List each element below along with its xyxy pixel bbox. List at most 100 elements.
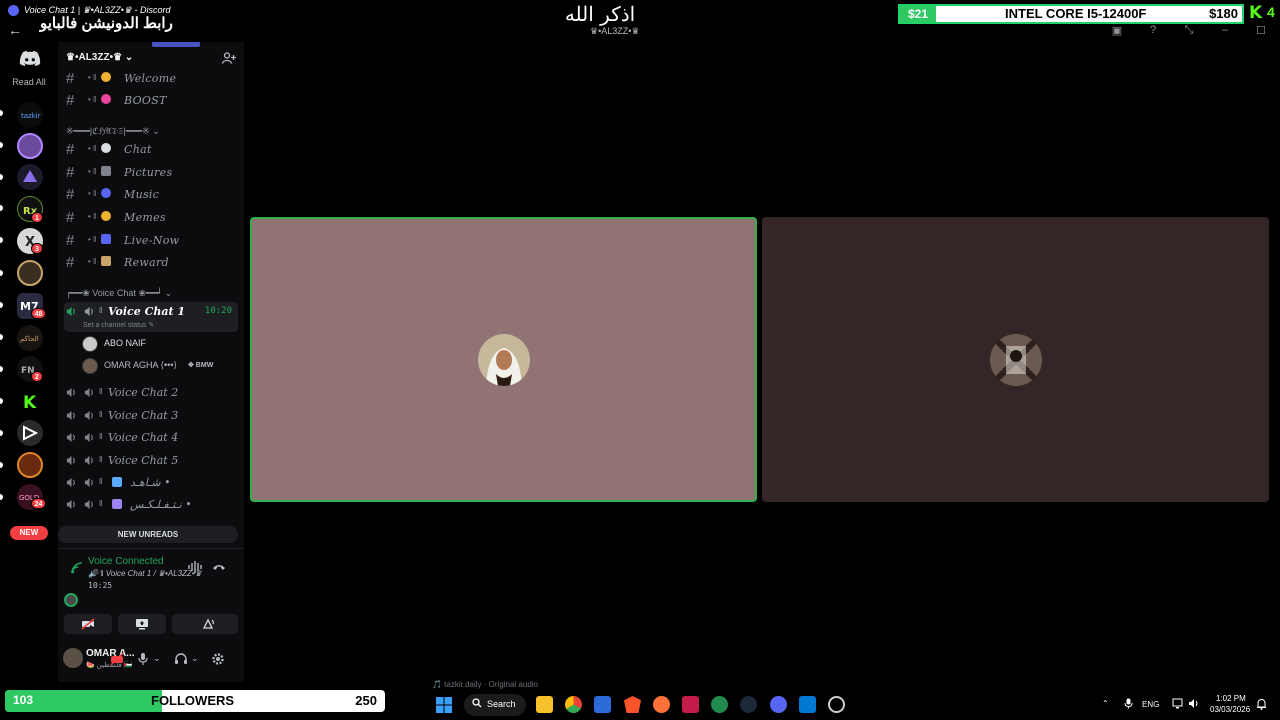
camera-off-button[interactable] <box>64 614 112 634</box>
app-icon[interactable] <box>828 696 845 713</box>
channel-live-now[interactable]: # • ‖ Live-Now <box>64 230 238 250</box>
voice-user-abo-naif[interactable]: ABO NAIF <box>82 334 238 354</box>
minimize-icon[interactable]: – <box>1218 24 1232 37</box>
windows-start-icon[interactable] <box>436 697 452 713</box>
server-icon-8[interactable]: الحاكم <box>17 325 43 351</box>
server-icon-kick[interactable]: K <box>17 388 43 414</box>
noise-suppression-icon[interactable] <box>188 561 202 573</box>
share-screen-button[interactable] <box>118 614 166 634</box>
firefox-icon[interactable] <box>653 696 670 713</box>
server-unread-pill <box>0 462 3 468</box>
channel-pictures[interactable]: # • ‖ Pictures <box>64 162 238 182</box>
file-explorer-icon[interactable] <box>536 696 553 713</box>
connection-signal-icon[interactable] <box>70 561 84 575</box>
clock-time[interactable]: 1:02 PM <box>1216 694 1246 703</box>
channel-prefix: • ‖ <box>88 144 97 153</box>
followers-label: FOLLOWERS <box>151 693 235 708</box>
channel-reward[interactable]: # • ‖ Reward <box>64 252 238 272</box>
network-icon[interactable] <box>1172 698 1183 709</box>
store-icon[interactable] <box>594 696 611 713</box>
server-icon-tazkir[interactable]: tazkir <box>17 102 43 128</box>
svg-text:K: K <box>23 393 37 413</box>
speaker-icon <box>84 306 93 317</box>
channel-welcome[interactable]: # • ‖ Welcome <box>64 68 238 88</box>
voice-channel-4[interactable]: ‖ Voice Chat 4 <box>64 428 238 448</box>
donation-link-overlay: رابط الدونيشن فالبايو <box>40 15 173 32</box>
server-icon-11[interactable] <box>17 420 43 446</box>
svg-text:الحاكم: الحاكم <box>20 335 39 343</box>
server-icon-al3zz[interactable] <box>17 133 43 159</box>
affinity-icon[interactable] <box>682 696 699 713</box>
back-arrow-icon[interactable]: ← <box>8 22 22 38</box>
language-indicator[interactable]: ENG <box>1142 700 1159 709</box>
gift-emoji-icon <box>101 256 111 266</box>
chevron-down-icon[interactable]: ⌄ <box>153 653 161 664</box>
invite-people-icon[interactable] <box>222 52 236 64</box>
channel-boost[interactable]: # • ‖ BOOST <box>64 90 238 110</box>
channel-chat[interactable]: # • ‖ Chat <box>64 139 238 159</box>
collapse-icon[interactable]: ⤡ <box>1182 24 1196 37</box>
maximize-icon[interactable]: ☐ <box>1254 24 1268 37</box>
chevron-down-icon[interactable]: ⌄ <box>191 653 199 664</box>
overlay-title: اذكر الله <box>564 2 636 26</box>
volume-tray-icon[interactable] <box>1188 698 1199 709</box>
microphone-tray-icon[interactable] <box>1123 698 1134 709</box>
volume-icon <box>66 455 75 466</box>
headphones-icon[interactable] <box>174 652 188 666</box>
inbox-icon[interactable]: ▣ <box>1110 24 1124 37</box>
voice-channel-1[interactable]: ‖ Voice Chat 1 10:20 Set a channel statu… <box>64 302 238 332</box>
streaming-off-icon[interactable] <box>110 652 124 666</box>
volume-icon <box>66 432 75 443</box>
microphone-icon[interactable] <box>136 652 150 666</box>
read-all-button[interactable]: Read All <box>0 77 58 87</box>
kick-viewer-count: 4 <box>1267 4 1275 20</box>
category-voice[interactable]: ┍━━❀ Voice Chat ❀━━┙ ⌄ <box>66 288 172 299</box>
hashtag-icon: # <box>66 232 75 249</box>
category-chats[interactable]: ※━━━|ℭℌ𝔄𝔗𝔖|━━━※ ⌄ <box>66 126 160 137</box>
server-unread-pill <box>0 110 3 116</box>
voice-channel-5[interactable]: ‖ Voice Chat 5 <box>64 451 238 471</box>
chrome-icon[interactable] <box>565 696 582 713</box>
vscode-icon[interactable] <box>799 696 816 713</box>
disconnect-call-icon[interactable] <box>212 562 226 572</box>
channel-prefix: • ‖ <box>88 257 97 266</box>
steam-icon[interactable] <box>740 696 757 713</box>
brave-icon[interactable] <box>624 696 641 713</box>
server-icon-12[interactable] <box>17 452 43 478</box>
server-icon-6[interactable] <box>17 260 43 286</box>
channel-music[interactable]: # • ‖ Music <box>64 184 238 204</box>
svg-text:tazkir: tazkir <box>21 112 41 120</box>
xbox-icon[interactable] <box>711 696 728 713</box>
participant-tile[interactable] <box>762 217 1269 502</box>
voice-channel-path[interactable]: 🔊 ‖ Voice Chat 1 / ♛•AL3ZZ•♛ <box>88 569 202 578</box>
voice-channel-netflix[interactable]: ‖ نـتـفـلـكـس • <box>64 495 238 515</box>
connected-user-avatar[interactable] <box>64 593 78 607</box>
notification-bell-icon[interactable] <box>1256 698 1267 710</box>
discord-home-icon[interactable] <box>19 50 41 66</box>
speech-bubble-emoji-icon <box>101 143 111 153</box>
channel-memes[interactable]: # • ‖ Memes <box>64 207 238 227</box>
discord-app-icon <box>8 5 19 16</box>
tray-chevron-icon[interactable]: ⌃ <box>1102 699 1109 708</box>
user-avatar[interactable] <box>63 648 83 668</box>
settings-gear-icon[interactable] <box>211 652 225 666</box>
server-icon-3[interactable] <box>17 164 43 190</box>
voice-user-omar-agha[interactable]: OMAR AGHA ⟨•••⟩ ✥ BMW <box>82 356 238 376</box>
new-unreads-pill[interactable]: NEW <box>10 526 48 540</box>
soundboard-button-wide[interactable] <box>180 614 238 634</box>
set-channel-status[interactable]: Set a channel status ✎ <box>83 321 154 329</box>
new-unreads-button[interactable]: NEW UNREADS <box>58 526 238 543</box>
channel-name: Live-Now <box>124 234 180 247</box>
voice-user-name: OMAR AGHA ⟨•••⟩ <box>104 360 177 370</box>
discord-taskbar-icon[interactable] <box>770 696 787 713</box>
taskbar-search[interactable]: Search <box>464 694 526 716</box>
help-icon[interactable]: ? <box>1146 24 1160 37</box>
server-mention-badge: 24 <box>31 498 46 509</box>
voice-channel-2[interactable]: ‖ Voice Chat 2 <box>64 383 238 403</box>
voice-channel-3[interactable]: ‖ Voice Chat 3 <box>64 406 238 426</box>
voice-channel-shahid[interactable]: ‖ شـاهـد • <box>64 473 238 493</box>
clock-date[interactable]: 03/03/2026 <box>1210 705 1250 714</box>
voice-connected-status[interactable]: Voice Connected <box>88 556 164 567</box>
server-unread-pill <box>0 174 3 180</box>
participant-tile-speaking[interactable] <box>250 217 757 502</box>
